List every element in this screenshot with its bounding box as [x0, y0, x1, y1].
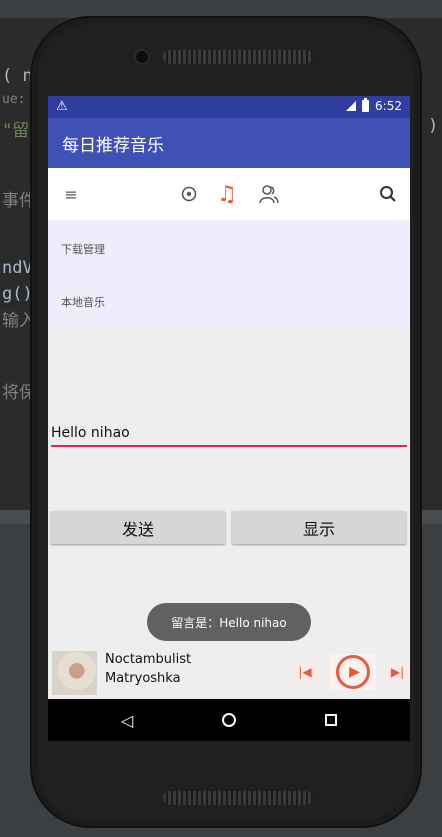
- recent-apps-icon[interactable]: [311, 699, 351, 741]
- album-art[interactable]: [52, 651, 97, 695]
- battery-icon: [362, 98, 370, 112]
- toast-message: 留言是：Hello nihao: [147, 603, 311, 641]
- list-item-download-manager[interactable]: 下载管理: [61, 241, 105, 257]
- top-speaker-grille: [163, 50, 313, 64]
- top-toolbar: ≡ ♫: [48, 168, 410, 220]
- send-button[interactable]: 发送: [51, 511, 225, 544]
- ide-code-fragment: 事件: [2, 191, 36, 211]
- track-artist: Matryoshka: [105, 671, 181, 686]
- menu-icon[interactable]: ≡: [58, 168, 84, 220]
- bottom-speaker-grille: [163, 791, 313, 805]
- back-icon[interactable]: ◁: [107, 699, 147, 741]
- status-bar: ⚠ 6:52: [48, 96, 410, 118]
- music-note-icon[interactable]: ♫: [214, 168, 240, 220]
- front-camera: [134, 49, 150, 65]
- menu-list: 下载管理 本地音乐: [48, 220, 410, 328]
- message-input-area: [51, 422, 407, 447]
- show-button[interactable]: 显示: [232, 511, 406, 544]
- mini-player: Noctambulist Matryoshka |◀ ▶ ▶|: [48, 647, 410, 699]
- next-track-icon[interactable]: ▶|: [385, 663, 410, 681]
- ide-code-fragment: ): [428, 116, 439, 136]
- app-title: 每日推荐音乐: [62, 136, 164, 156]
- message-input[interactable]: [51, 423, 407, 447]
- home-icon[interactable]: [209, 699, 249, 741]
- ide-top-bar: [0, 0, 442, 18]
- signal-icon: [346, 101, 357, 111]
- previous-track-icon[interactable]: |◀: [291, 663, 319, 681]
- list-item-local-music[interactable]: 本地音乐: [61, 294, 105, 310]
- status-time: 6:52: [375, 99, 402, 113]
- ide-code-fragment: ndV: [2, 258, 33, 278]
- toast-text: 留言是：Hello nihao: [171, 615, 287, 630]
- status-indicators: 6:52: [346, 98, 402, 113]
- play-icon[interactable]: ▶: [330, 654, 376, 690]
- phone-screen: ⚠ 6:52 每日推荐音乐 ≡ ♫ 下载管理 本地音乐 发送 显示 留言是：He…: [48, 96, 410, 741]
- app-bar: 每日推荐音乐: [48, 118, 410, 168]
- ide-code-fragment: "留: [2, 121, 30, 141]
- search-icon[interactable]: [375, 168, 401, 220]
- friends-icon[interactable]: [256, 168, 282, 220]
- ide-code-fragment: 将保: [2, 383, 36, 403]
- warning-icon: ⚠: [56, 99, 68, 114]
- disc-icon[interactable]: [176, 168, 202, 220]
- ide-code-fragment: 输入: [2, 311, 36, 331]
- play-ring: ▶: [336, 655, 370, 689]
- track-title: Noctambulist: [105, 652, 192, 667]
- navigation-bar: ◁: [48, 699, 410, 741]
- ide-code-fragment: ue:: [2, 92, 26, 107]
- ide-code-fragment: g(): [2, 284, 33, 304]
